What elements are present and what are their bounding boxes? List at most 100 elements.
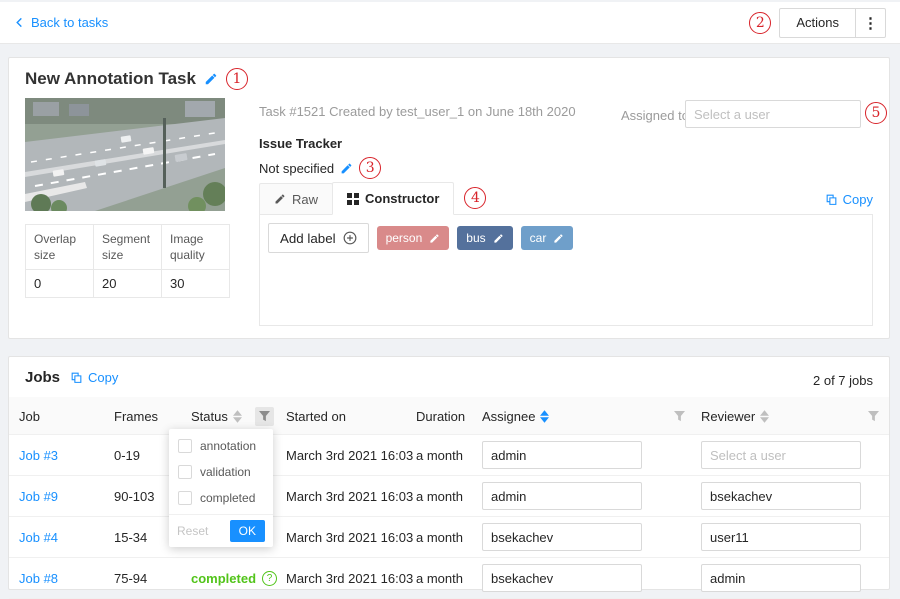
assignee-input[interactable]: [482, 564, 642, 592]
labels-tab-bar: Raw Constructor 4 Copy: [259, 182, 873, 215]
add-label-button-label: Add label: [280, 231, 336, 246]
copy-jobs-link[interactable]: Copy: [70, 370, 118, 385]
issue-tracker-value: Not specified: [259, 161, 334, 176]
param-header-segment: Segment size: [94, 225, 162, 270]
status-sort-control[interactable]: [233, 410, 242, 423]
more-options-icon[interactable]: ⋮: [855, 9, 885, 37]
job-link-9[interactable]: Job #9: [19, 489, 58, 504]
assignee-input[interactable]: [482, 523, 642, 551]
annotation-circle-1: 1: [226, 68, 248, 90]
param-header-quality: Image quality: [162, 225, 230, 270]
column-header-status: Status: [191, 409, 228, 424]
tab-constructor-label: Constructor: [365, 191, 439, 206]
annotation-circle-2: 2: [749, 12, 771, 34]
assigned-to-label: Assigned to: [621, 108, 689, 123]
reviewer-input[interactable]: [701, 441, 861, 469]
copy-jobs-label: Copy: [88, 370, 118, 385]
edit-label-person-icon[interactable]: [429, 233, 440, 244]
filter-option-validation-label: validation: [200, 465, 251, 479]
param-value-quality: 30: [162, 270, 230, 298]
assignee-sort-control[interactable]: [540, 410, 549, 423]
column-header-started-on: Started on: [286, 409, 346, 424]
actions-label: Actions: [796, 15, 839, 30]
duration-value: a month: [416, 571, 482, 586]
jobs-table-header: Job Frames Status Started on Duration As…: [9, 397, 889, 435]
edit-issue-tracker-icon[interactable]: [340, 162, 353, 175]
copy-icon: [825, 193, 838, 206]
tab-raw-label: Raw: [292, 192, 318, 207]
started-on-value: March 3rd 2021 16:03: [286, 571, 416, 586]
duration-value: a month: [416, 489, 482, 504]
edit-task-name-icon[interactable]: [204, 72, 218, 86]
filter-option-validation[interactable]: validation: [169, 459, 273, 485]
job-link-8[interactable]: Job #8: [19, 571, 58, 586]
label-tag-bus[interactable]: bus: [457, 226, 512, 250]
status-filter-icon[interactable]: [255, 407, 274, 426]
reviewer-input[interactable]: [701, 564, 861, 592]
label-tag-car[interactable]: car: [521, 226, 574, 250]
filter-option-annotation[interactable]: annotation: [169, 433, 273, 459]
job-link-4[interactable]: Job #4: [19, 530, 58, 545]
copy-labels-label: Copy: [843, 192, 873, 207]
copy-labels-link[interactable]: Copy: [825, 192, 873, 207]
param-header-overlap: Overlap size: [26, 225, 94, 270]
checkbox-completed[interactable]: [178, 491, 192, 505]
label-tag-bus-name: bus: [466, 231, 485, 245]
column-header-duration: Duration: [416, 409, 465, 424]
status-value: completed: [191, 571, 256, 586]
started-on-value: March 3rd 2021 16:03: [286, 489, 416, 504]
add-label-button[interactable]: Add label: [268, 223, 369, 253]
checkbox-annotation[interactable]: [178, 439, 192, 453]
annotation-circle-5: 5: [865, 102, 887, 124]
reviewer-input[interactable]: [701, 482, 861, 510]
assignee-filter-icon[interactable]: [670, 407, 689, 426]
jobs-count: 2 of 7 jobs: [813, 373, 873, 388]
tab-constructor[interactable]: Constructor: [332, 182, 454, 215]
filter-ok-button[interactable]: OK: [230, 520, 265, 542]
filter-reset-button[interactable]: Reset: [177, 524, 208, 538]
column-header-assignee: Assignee: [482, 409, 535, 424]
filter-option-annotation-label: annotation: [200, 439, 256, 453]
task-meta-text: Task #1521 Created by test_user_1 on Jun…: [259, 104, 576, 119]
label-tag-person-name: person: [386, 231, 423, 245]
table-row: Job #3 0-19 March 3rd 2021 16:03 a month: [9, 435, 889, 476]
param-value-segment: 20: [94, 270, 162, 298]
actions-button[interactable]: Actions: [780, 9, 855, 37]
question-circle-icon[interactable]: ?: [262, 571, 277, 586]
assignee-input[interactable]: [482, 482, 642, 510]
constructor-icon: [347, 193, 359, 205]
actions-button-group: Actions ⋮: [779, 8, 886, 38]
table-row: Job #4 15-34 March 3rd 2021 16:03 a mont…: [9, 517, 889, 558]
job-link-3[interactable]: Job #3: [19, 448, 58, 463]
back-to-tasks-link[interactable]: Back to tasks: [14, 15, 108, 30]
column-header-job: Job: [19, 409, 40, 424]
task-preview-image: [25, 98, 225, 211]
tab-raw[interactable]: Raw: [259, 183, 333, 215]
annotation-circle-3: 3: [359, 157, 381, 179]
edit-label-car-icon[interactable]: [553, 233, 564, 244]
reviewer-sort-control[interactable]: [760, 410, 769, 423]
column-header-frames: Frames: [114, 409, 158, 424]
started-on-value: March 3rd 2021 16:03: [286, 530, 416, 545]
label-tag-car-name: car: [530, 231, 547, 245]
status-filter-dropdown: annotation validation completed Reset OK: [169, 429, 273, 547]
assigned-to-input[interactable]: [685, 100, 861, 128]
filter-option-completed[interactable]: completed: [169, 485, 273, 511]
pencil-icon: [274, 193, 286, 205]
labels-constructor-area: Add label person bus car: [259, 214, 873, 326]
assignee-input[interactable]: [482, 441, 642, 469]
table-row: Job #9 90-103 March 3rd 2021 16:03 a mon…: [9, 476, 889, 517]
edit-label-bus-icon[interactable]: [493, 233, 504, 244]
reviewer-filter-icon[interactable]: [864, 407, 883, 426]
task-details-card: New Annotation Task 1: [8, 57, 890, 339]
frames-value: 75-94: [114, 571, 191, 586]
task-title: New Annotation Task: [25, 69, 196, 89]
label-tag-person[interactable]: person: [377, 226, 450, 250]
checkbox-validation[interactable]: [178, 465, 192, 479]
started-on-value: March 3rd 2021 16:03: [286, 448, 416, 463]
chevron-left-icon: [14, 16, 25, 29]
column-header-reviewer: Reviewer: [701, 409, 755, 424]
top-bar: Back to tasks 2 Actions ⋮: [0, 2, 900, 44]
issue-tracker-label: Issue Tracker: [259, 136, 342, 151]
reviewer-input[interactable]: [701, 523, 861, 551]
